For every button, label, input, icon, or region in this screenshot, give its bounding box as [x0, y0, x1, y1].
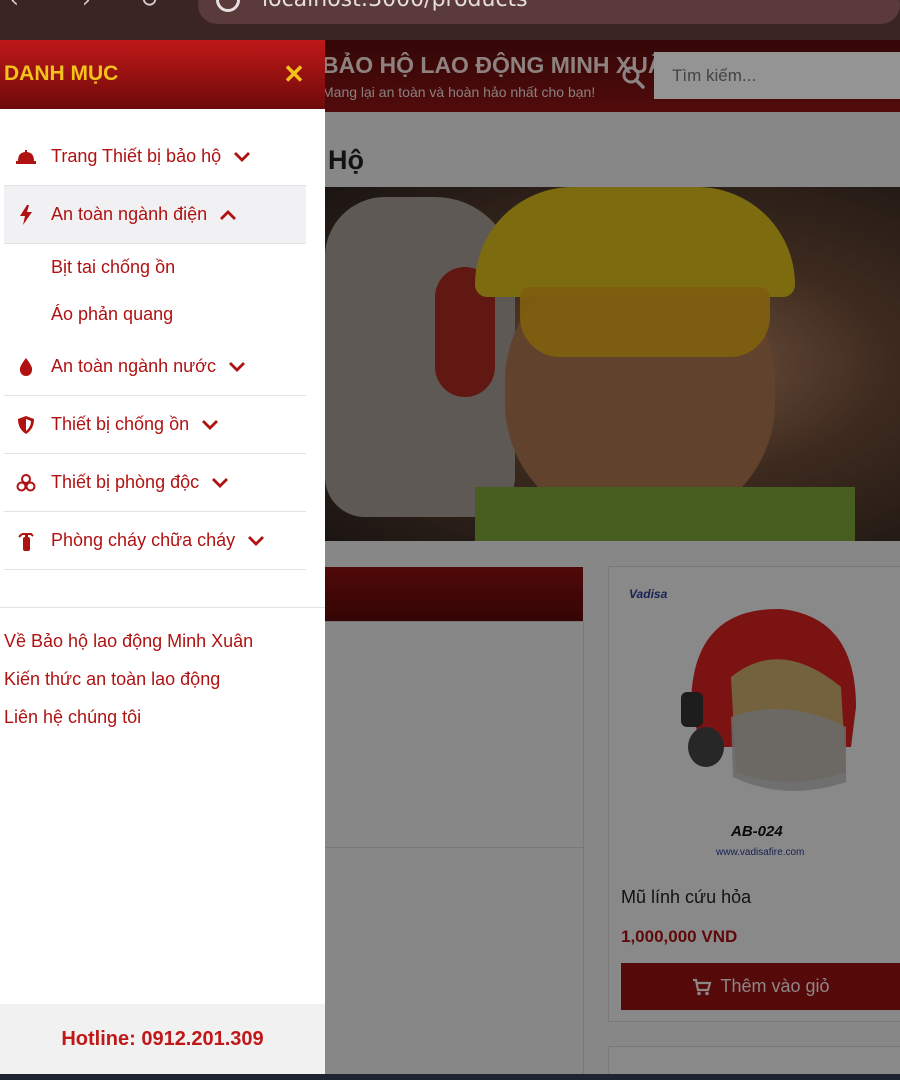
menu-item-label: An toàn ngành điện [51, 204, 208, 224]
reload-icon[interactable]: ↻ [140, 0, 158, 13]
menu-item-trang-thiet-bi-bao-ho[interactable]: Trang Thiết bị bảo hộ [4, 128, 306, 186]
back-icon[interactable]: ‹ [10, 0, 19, 13]
menu-item-label: Thiết bị chống ồn [51, 414, 190, 434]
drawer-title: DANH MỤC [4, 62, 119, 85]
os-taskbar [0, 1074, 900, 1080]
submenu-item-bit-tai-chong-on[interactable]: Bịt tai chống ồn [51, 257, 175, 278]
menu-item-thiet-bi-chong-on[interactable]: Thiết bị chống ồn [4, 396, 306, 454]
fire-extinguisher-icon [16, 531, 36, 551]
menu-item-thiet-bi-phong-doc[interactable]: Thiết bị phòng độc [4, 454, 306, 512]
biohazard-icon [16, 473, 36, 493]
menu-item-phong-chay-chua-chay[interactable]: Phòng cháy chữa cháy [4, 512, 306, 570]
drawer-header: DANH MỤC ✕ [0, 40, 325, 109]
link-safety-knowledge[interactable]: Kiến thức an toàn lao động [4, 669, 220, 690]
chevron-down-icon[interactable] [233, 150, 251, 164]
link-contact-us[interactable]: Liên hệ chúng tôi [4, 707, 141, 728]
shield-icon [16, 415, 36, 435]
forward-icon[interactable]: › [82, 0, 91, 13]
browser-toolbar: ‹ › ↻ localhost:3000/products [0, 0, 900, 40]
hotline-box[interactable]: Hotline: 0912.201.309 [0, 1004, 325, 1074]
url-text[interactable]: localhost:3000/products [262, 0, 528, 12]
chevron-down-icon[interactable] [247, 534, 265, 548]
category-drawer: DANH MỤC ✕ Trang Thiết bị bảo hộ An toàn… [0, 40, 325, 1074]
chevron-down-icon[interactable] [228, 360, 246, 374]
hotline-text[interactable]: Hotline: 0912.201.309 [61, 1028, 263, 1051]
menu-item-an-toan-nganh-dien[interactable]: An toàn ngành điện [4, 186, 306, 244]
menu-item-an-toan-nganh-nuoc[interactable]: An toàn ngành nước [4, 338, 306, 396]
bolt-icon [16, 204, 36, 225]
menu-item-label: Thiết bị phòng độc [51, 472, 200, 492]
submenu-item-ao-phan-quang[interactable]: Áo phản quang [51, 304, 173, 325]
drawer-divider [0, 607, 325, 608]
chevron-up-icon[interactable] [219, 208, 237, 222]
link-about-us[interactable]: Về Bảo hộ lao động Minh Xuân [4, 631, 253, 652]
menu-item-label: Phòng cháy chữa cháy [51, 530, 236, 550]
menu-item-label: An toàn ngành nước [51, 356, 216, 376]
chevron-down-icon[interactable] [211, 476, 229, 490]
chevron-down-icon[interactable] [201, 418, 219, 432]
menu-item-label: Trang Thiết bị bảo hộ [51, 146, 222, 166]
close-icon[interactable]: ✕ [280, 60, 308, 88]
water-drop-icon [16, 357, 36, 377]
helmet-icon [16, 147, 36, 167]
